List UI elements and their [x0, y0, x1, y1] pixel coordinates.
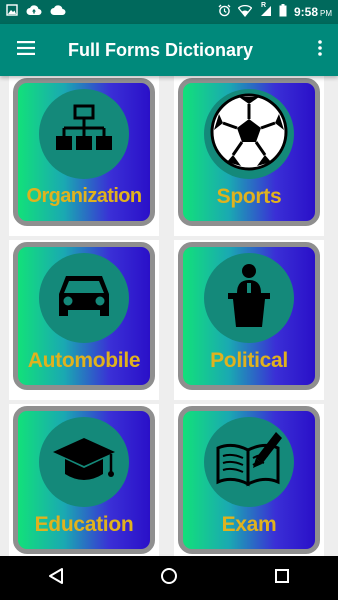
category-tile-frame: Education	[13, 406, 155, 554]
signal-roaming-badge: R	[260, 1, 267, 9]
cloud-upload-icon	[26, 3, 42, 21]
app-bar: Full Forms Dictionary	[0, 24, 338, 76]
graduation-cap-icon	[51, 432, 117, 493]
back-button[interactable]	[26, 556, 86, 600]
time-value: 9:58	[293, 5, 318, 19]
category-grid: Organization Sports Automobile Political…	[0, 76, 338, 556]
category-card-political[interactable]: Political	[174, 240, 324, 400]
time-ampm: PM	[320, 9, 332, 18]
category-tile-frame: Automobile	[13, 242, 155, 390]
category-tile-frame: Political	[178, 242, 320, 390]
soccer-ball-icon	[209, 92, 289, 177]
category-label: Political	[210, 349, 288, 372]
status-bar: R 9:58 PM	[0, 0, 338, 24]
category-card-sports[interactable]: Sports	[174, 76, 324, 236]
category-tile-frame: Organization	[13, 78, 155, 226]
category-card-education[interactable]: Education	[9, 404, 159, 556]
recents-icon	[274, 568, 290, 589]
recents-button[interactable]	[252, 556, 312, 600]
category-tile-frame: Exam	[178, 406, 320, 554]
podium-speaker-icon	[224, 263, 274, 334]
battery-icon	[279, 4, 287, 20]
home-icon	[160, 567, 178, 590]
category-label: Organization	[26, 185, 142, 207]
icon-circle	[39, 417, 129, 507]
category-card-organization[interactable]: Organization	[9, 76, 159, 236]
alarm-icon	[218, 4, 231, 20]
car-icon	[54, 270, 114, 327]
icon-circle	[39, 89, 129, 179]
app-title: Full Forms Dictionary	[68, 39, 254, 60]
book-pen-icon	[214, 430, 284, 495]
category-label: Education	[34, 513, 134, 536]
overflow-menu-button[interactable]	[302, 24, 338, 76]
wifi-icon	[237, 4, 253, 20]
menu-button[interactable]	[0, 24, 52, 76]
status-time: 9:58 PM	[294, 5, 332, 19]
category-label: Exam	[221, 513, 277, 536]
icon-circle	[204, 253, 294, 343]
hamburger-menu-icon	[17, 40, 35, 60]
icon-circle	[204, 89, 294, 179]
image-icon	[6, 3, 18, 21]
back-icon	[48, 567, 64, 590]
category-card-exam[interactable]: Exam	[174, 404, 324, 556]
category-label: Sports	[216, 185, 282, 208]
home-button[interactable]	[139, 556, 199, 600]
org-chart-icon	[52, 100, 116, 169]
category-tile-frame: Sports	[178, 78, 320, 226]
system-nav-bar	[0, 556, 338, 600]
more-vert-icon	[318, 39, 322, 61]
category-card-automobile[interactable]: Automobile	[9, 240, 159, 400]
category-label: Automobile	[27, 349, 141, 372]
signal-icon: R	[259, 1, 272, 20]
icon-circle	[39, 253, 129, 343]
cloud-icon	[50, 3, 66, 21]
icon-circle	[204, 417, 294, 507]
